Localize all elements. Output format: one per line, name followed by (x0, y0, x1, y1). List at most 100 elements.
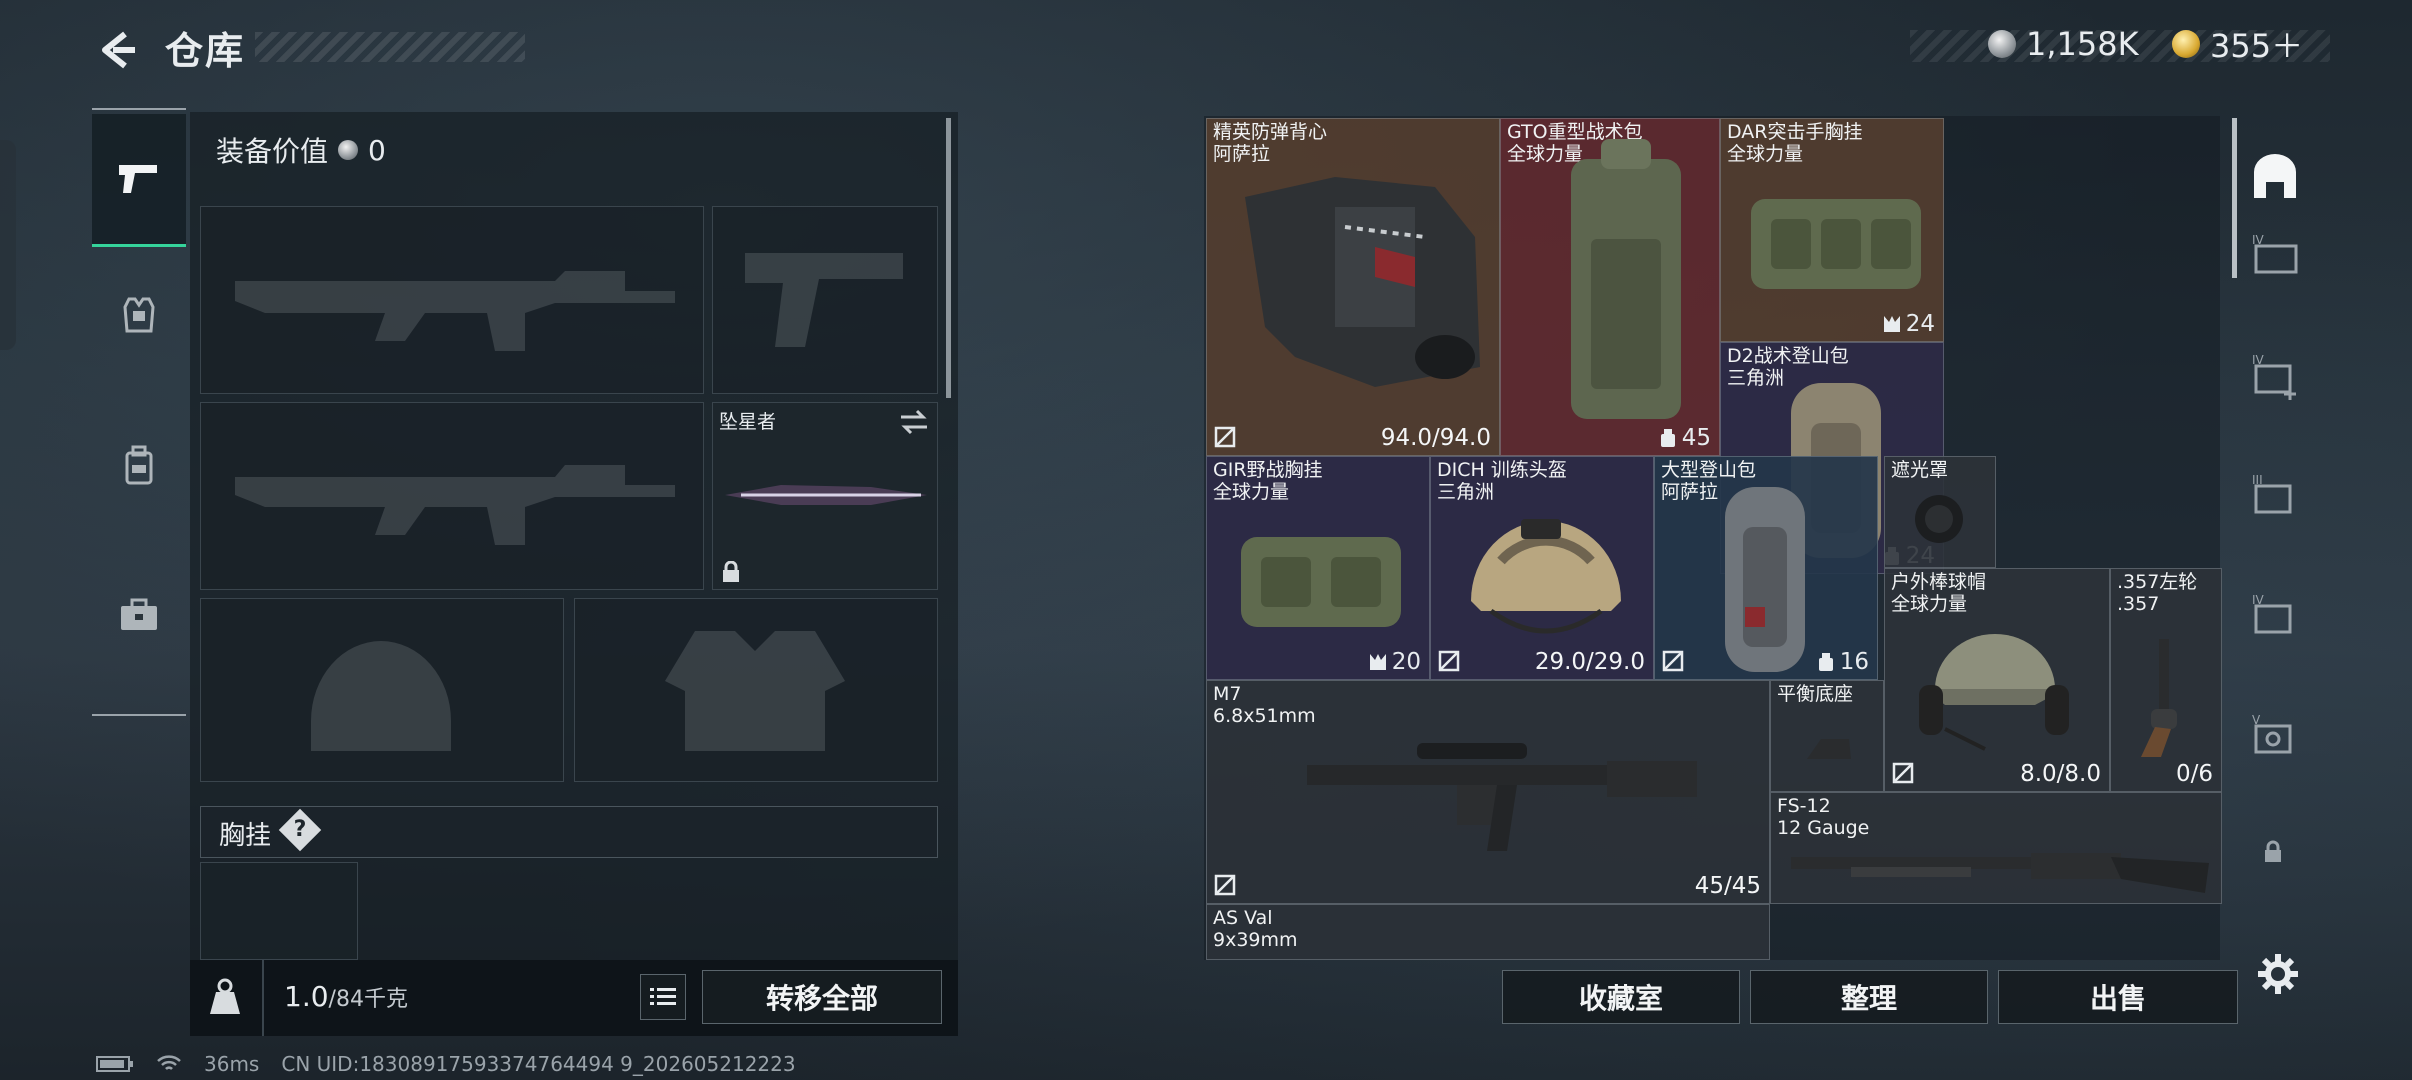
svg-text:IV: IV (2252, 233, 2265, 247)
transfer-all-button[interactable]: 转移全部 (702, 970, 942, 1024)
pistol-slot[interactable] (712, 206, 938, 394)
stash-item-dich-helmet[interactable]: DICH 训练头盔 三角洲 29.0/29.0 (1430, 456, 1654, 680)
vest-image (1245, 177, 1480, 387)
armor-silhouette-icon (665, 631, 845, 751)
secondary-weapon-slot[interactable] (200, 402, 704, 590)
melee-name: 坠星者 (719, 411, 777, 433)
svg-text:IV: IV (2252, 593, 2265, 607)
list-icon (650, 988, 676, 1005)
category-backpack[interactable] (92, 400, 186, 530)
cell-frame: AS Val 9x39mm (1206, 904, 1770, 960)
cap-image (1919, 634, 2069, 751)
stash-item-large-backpack[interactable]: 大型登山包 阿萨拉 16 (1654, 456, 1878, 680)
cell-frame: 户外棒球帽 全球力量 8.0/8.0 (1884, 568, 2110, 792)
help-mark: ? (293, 817, 307, 842)
weight-icon (210, 978, 240, 1014)
category-toolbox[interactable] (92, 550, 186, 680)
edge-tab[interactable] (0, 140, 16, 350)
capacity-icon (1818, 653, 1833, 671)
armor-icon (123, 297, 155, 333)
helmet-silhouette-icon (311, 641, 451, 751)
helmet-slot[interactable] (200, 598, 564, 782)
rifle-silhouette-icon (235, 271, 675, 351)
stash-page-3-icon[interactable]: III (2250, 472, 2300, 522)
body-armor-slot[interactable] (574, 598, 938, 782)
item-value: 94.0/94.0 (1380, 425, 1491, 451)
stash-item-gto-backpack[interactable]: GTO重型战术包 全球力量 45 (1500, 118, 1720, 456)
base-image (1807, 739, 1851, 759)
stash-item-baseball-cap[interactable]: 户外棒球帽 全球力量 8.0/8.0 (1884, 568, 2110, 792)
gold-coin-icon (2172, 30, 2200, 58)
back-arrow-icon[interactable] (95, 28, 139, 72)
equip-value-label: 装备价值 (216, 135, 329, 168)
weight-readout: 1.0 /84千克 (284, 980, 408, 1013)
stash-item-balance-base[interactable]: 平衡底座 (1770, 680, 1884, 792)
item-count: 45 (1658, 425, 1711, 451)
rifle-silhouette-icon (235, 465, 675, 545)
silver-amount: 1,158K (2026, 25, 2139, 63)
pistol-silhouette-icon (745, 253, 903, 347)
category-armor[interactable] (92, 250, 186, 380)
equipment-scrollbar[interactable] (946, 118, 951, 398)
stash-item-vest[interactable]: 精英防弹背心 阿萨拉 94.0/94.0 (1206, 118, 1500, 456)
stash-item-revolver[interactable]: .357左轮 .357 0/6 (2110, 568, 2222, 792)
home-stash-icon[interactable] (2250, 152, 2300, 202)
pistol-icon (119, 165, 157, 193)
add-stash-page-icon[interactable]: IV (2250, 352, 2300, 402)
stash-item-m7[interactable]: M7 6.8x51mm 45/45 (1206, 680, 1770, 904)
cell-frame: FS-12 12 Gauge (1770, 792, 2222, 904)
item-name: DICH 训练头盔 三角洲 (1437, 459, 1567, 503)
durability-icon (1214, 426, 1236, 448)
category-weapons[interactable] (92, 114, 186, 247)
category-rail (92, 108, 186, 716)
svg-text:IV: IV (2252, 353, 2265, 367)
backpack-icon (125, 445, 153, 485)
sell-button[interactable]: 出售 (1998, 970, 2238, 1024)
list-view-button[interactable] (640, 974, 686, 1020)
sort-button[interactable]: 整理 (1750, 970, 1988, 1024)
stash-item-fs12[interactable]: FS-12 12 Gauge (1770, 792, 2222, 904)
collection-room-button[interactable]: 收藏室 (1502, 970, 1740, 1024)
item-name: GIR野战胸挂 全球力量 (1213, 459, 1323, 503)
toolbox-icon (121, 598, 157, 630)
stash-item-lens-shade[interactable]: 遮光罩 (1884, 456, 1996, 568)
chest-rig-section-header[interactable]: 胸挂 ? (200, 806, 938, 858)
stash-page-4-icon[interactable]: IV (2250, 232, 2300, 276)
melee-slot[interactable]: 坠星者 (712, 402, 938, 590)
chest-rig-slot[interactable] (200, 862, 358, 960)
helmet-image (1471, 519, 1621, 634)
ping-value: 36ms (204, 1052, 260, 1076)
item-value: 0/6 (2175, 761, 2213, 787)
swap-icon[interactable] (899, 409, 929, 435)
gold-currency[interactable]: 355＋ (2172, 24, 2303, 65)
stash-page-5-icon[interactable]: V (2250, 712, 2300, 762)
stash-item-as-val[interactable]: AS Val 9x39mm (1206, 904, 1770, 960)
equip-value-row: 装备价值 0 (216, 130, 386, 170)
cell-frame: .357左轮 .357 0/6 (2110, 568, 2222, 792)
stash-item-dar-rig[interactable]: DAR突击手胸挂 全球力量 24 (1720, 118, 1944, 342)
lens-shade-image (1915, 495, 1963, 543)
chest-rig-image (1751, 199, 1921, 289)
backpack-image (1725, 487, 1805, 672)
stash-item-gir-rig[interactable]: GIR野战胸挂 全球力量 20 (1206, 456, 1430, 680)
item-name: M7 6.8x51mm (1213, 683, 1316, 727)
wifi-icon (157, 1055, 181, 1070)
item-count: 24 (1882, 311, 1935, 337)
title-decoration (255, 32, 525, 62)
settings-gear-icon[interactable] (2256, 952, 2300, 996)
durability-icon (1662, 650, 1684, 672)
cell-frame: M7 6.8x51mm 45/45 (1206, 680, 1770, 904)
silver-currency[interactable]: 1,158K (1988, 24, 2139, 64)
primary-weapon-slot[interactable] (200, 206, 704, 394)
chest-rig-image (1241, 537, 1401, 627)
weight-value: 1.0 (284, 980, 329, 1013)
stash-page-4b-icon[interactable]: IV (2250, 592, 2300, 642)
svg-text:V: V (2252, 713, 2261, 727)
backpack-image (1571, 139, 1681, 419)
silver-coin-icon (1988, 30, 2016, 58)
durability-icon (1214, 874, 1236, 896)
battery-icon (96, 1056, 133, 1072)
item-value: 29.0/29.0 (1534, 649, 1645, 675)
item-name: DAR突击手胸挂 全球力量 (1727, 121, 1863, 165)
uid-text: CN UID:18308917593374764494 9_2026052122… (281, 1052, 796, 1076)
